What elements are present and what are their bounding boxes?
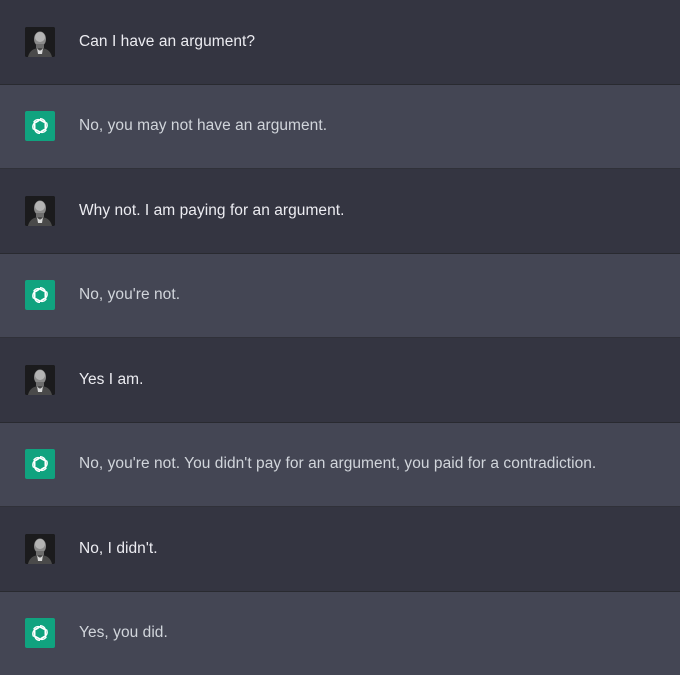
user-portrait-icon [25, 195, 55, 226]
message-text: No, you're not. You didn't pay for an ar… [79, 455, 597, 473]
user-portrait-icon [25, 26, 55, 57]
message-text: Why not. I am paying for an argument. [79, 201, 345, 219]
user-message: Can I have an argument? [0, 0, 680, 85]
user-message: No, I didn't. [0, 507, 680, 592]
user-message: Why not. I am paying for an argument. [0, 169, 680, 254]
assistant-message: No, you're not. [0, 253, 680, 338]
message-text: No, you're not. [79, 286, 181, 304]
message-text: Can I have an argument? [79, 32, 256, 50]
user-portrait-icon [25, 364, 55, 395]
openai-logo-icon [25, 449, 55, 480]
message-text: No, I didn't. [79, 539, 158, 557]
message-text: Yes, you did. [79, 624, 168, 642]
message-text: No, you may not have an argument. [79, 117, 328, 135]
assistant-message: Yes, you did. [0, 591, 680, 675]
conversation-thread: Can I have an argument? No, you may not … [0, 0, 680, 675]
openai-logo-icon [25, 618, 55, 649]
user-portrait-icon [25, 533, 55, 564]
assistant-message: No, you may not have an argument. [0, 84, 680, 169]
openai-logo-icon [25, 280, 55, 311]
message-text: Yes I am. [79, 370, 144, 388]
user-message: Yes I am. [0, 338, 680, 423]
openai-logo-icon [25, 111, 55, 142]
assistant-message: No, you're not. You didn't pay for an ar… [0, 422, 680, 507]
